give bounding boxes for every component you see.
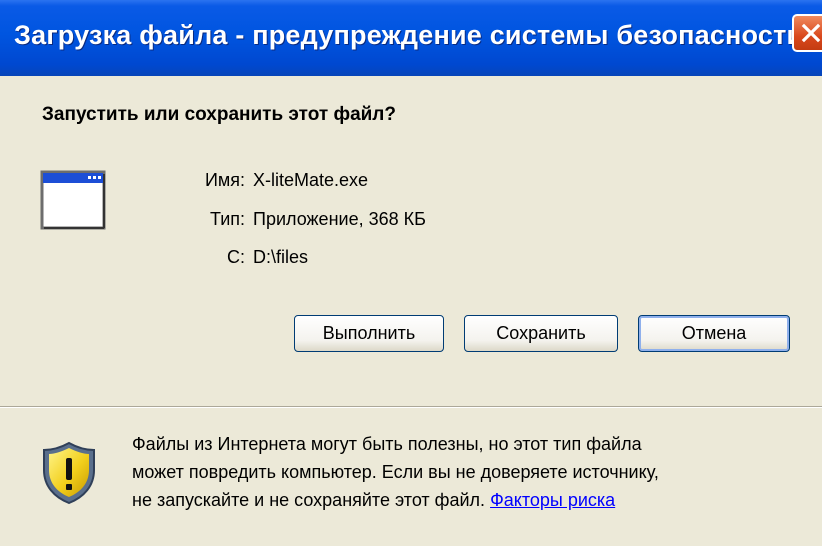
warning-line-3: не запускайте и не сохраняйте этот файл.… [132, 486, 802, 514]
application-window-icon [40, 170, 106, 230]
file-source-value: D:\files [253, 247, 309, 267]
file-type-value: Приложение, 368 КБ [253, 209, 426, 229]
dialog-question: Запустить или сохранить этот файл? [42, 104, 396, 125]
run-button[interactable]: Выполнить [294, 315, 444, 352]
file-name-label: Имя: [204, 170, 245, 190]
cancel-button[interactable]: Отмена [638, 315, 790, 352]
warning-line-3-text: не запускайте и не сохраняйте этот файл. [132, 490, 491, 510]
risk-factors-link[interactable]: Факторы риска [490, 490, 615, 510]
security-warning-text: Файлы из Интернета могут быть полезны, н… [132, 430, 802, 514]
close-icon [801, 23, 821, 43]
warning-line-1: Файлы из Интернета могут быть полезны, н… [132, 434, 642, 454]
file-type-label: Тип: [209, 209, 245, 229]
save-button[interactable]: Сохранить [464, 315, 618, 352]
title-bar[interactable]: Загрузка файла - предупреждение системы … [0, 0, 822, 76]
file-source-label: С: [227, 247, 245, 267]
window-title: Загрузка файла - предупреждение системы … [14, 20, 804, 50]
security-shield-icon [43, 441, 95, 505]
warning-line-2: может повредить компьютер. Если вы не до… [132, 462, 659, 482]
file-name-value: X-liteMate.exe [253, 170, 369, 190]
close-button[interactable] [792, 14, 822, 52]
